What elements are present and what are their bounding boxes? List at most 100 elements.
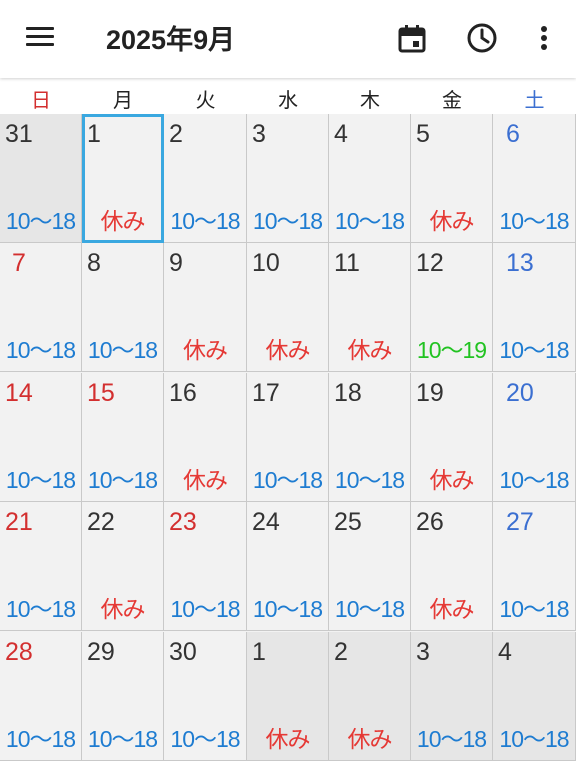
day-number: 9	[169, 249, 183, 277]
day-number: 4	[498, 638, 512, 666]
day-number: 22	[87, 508, 115, 536]
day-cell[interactable]: 3 10〜18	[411, 632, 493, 761]
day-cell[interactable]: 26 休み	[411, 502, 493, 631]
day-cell[interactable]: 21 10〜18	[0, 502, 82, 631]
day-cell[interactable]: 1 休み	[247, 632, 329, 761]
day-cell[interactable]: 14 10〜18	[0, 373, 82, 502]
day-number: 18	[334, 379, 362, 407]
day-cell[interactable]: 4 10〜18	[493, 632, 576, 761]
more-vert-icon[interactable]	[532, 22, 564, 54]
day-number: 10	[252, 249, 280, 277]
work-hours-label: 10〜18	[87, 467, 158, 493]
day-cell[interactable]: 6 10〜18	[493, 114, 576, 243]
work-hours-label: 10〜18	[5, 208, 76, 234]
day-number: 7	[12, 249, 26, 277]
work-hours-label: 10〜18	[499, 596, 569, 622]
day-number: 5	[416, 120, 430, 148]
day-cell[interactable]: 19 休み	[411, 373, 493, 502]
weekday-label: 日	[31, 88, 51, 112]
day-number: 21	[5, 508, 33, 536]
day-number: 17	[252, 379, 280, 407]
work-hours-label: 10〜18	[334, 208, 405, 234]
day-number: 1	[252, 638, 266, 666]
work-hours-label: 10〜18	[499, 337, 569, 363]
app-bar: 2025年9月	[0, 0, 576, 78]
day-cell[interactable]: 31 10〜18	[0, 114, 82, 243]
day-off-label: 休み	[347, 726, 393, 752]
weekday-label: 土	[524, 88, 545, 112]
day-number: 19	[416, 379, 444, 407]
work-hours-label: 10〜18	[252, 596, 323, 622]
day-number: 2	[169, 120, 183, 148]
day-off-label: 休み	[265, 337, 311, 363]
day-cell[interactable]: 29 10〜18	[82, 632, 164, 761]
day-cell[interactable]: 25 10〜18	[329, 502, 411, 631]
day-number: 26	[416, 508, 444, 536]
day-off-label: 休み	[347, 337, 393, 363]
day-cell-selected[interactable]: 1 休み	[82, 114, 164, 243]
day-number: 13	[506, 249, 534, 277]
day-number: 15	[87, 379, 115, 407]
day-cell[interactable]: 11 休み	[329, 243, 411, 372]
weekday-label: 火	[195, 88, 216, 112]
work-hours-label: 10〜18	[5, 337, 76, 363]
work-hours-label: 10〜18	[499, 208, 569, 234]
work-hours-label: 10〜18	[87, 337, 158, 363]
day-cell[interactable]: 4 10〜18	[329, 114, 411, 243]
work-hours-label: 10〜18	[499, 467, 569, 493]
month-title[interactable]: 2025年9月	[106, 18, 235, 57]
day-off-label: 休み	[265, 726, 311, 752]
work-hours-label: 10〜18	[499, 726, 569, 752]
clock-icon[interactable]	[466, 22, 498, 54]
day-number: 1	[87, 120, 101, 148]
day-cell[interactable]: 3 10〜18	[247, 114, 329, 243]
day-number: 14	[5, 379, 33, 407]
day-cell[interactable]: 2 10〜18	[164, 114, 247, 243]
day-cell[interactable]: 22 休み	[82, 502, 164, 631]
day-number: 28	[5, 638, 33, 666]
day-cell[interactable]: 27 10〜18	[493, 502, 576, 631]
day-cell[interactable]: 23 10〜18	[164, 502, 247, 631]
weekday-label: 水	[278, 88, 298, 112]
day-number: 29	[87, 638, 115, 666]
day-cell[interactable]: 2 休み	[329, 632, 411, 761]
weekday-label: 月	[113, 88, 133, 112]
work-hours-label: 10〜18	[170, 726, 240, 752]
work-hours-label: 10〜18	[5, 726, 76, 752]
day-number: 6	[506, 120, 520, 148]
day-cell[interactable]: 8 10〜18	[82, 243, 164, 372]
day-cell[interactable]: 15 10〜18	[82, 373, 164, 502]
work-hours-label: 10〜18	[5, 596, 76, 622]
calendar-icon[interactable]	[396, 22, 428, 54]
day-cell[interactable]: 9 休み	[164, 243, 247, 372]
work-hours-label: 10〜18	[5, 467, 76, 493]
day-cell[interactable]: 12 10〜19	[411, 243, 493, 372]
day-number: 31	[5, 120, 33, 148]
work-hours-label: 10〜18	[334, 467, 405, 493]
day-number: 12	[416, 249, 444, 277]
day-cell[interactable]: 5 休み	[411, 114, 493, 243]
hamburger-menu-icon[interactable]	[26, 27, 54, 47]
day-cell[interactable]: 10 休み	[247, 243, 329, 372]
work-hours-label: 10〜18	[334, 596, 405, 622]
day-cell[interactable]: 17 10〜18	[247, 373, 329, 502]
day-off-label: 休み	[429, 467, 475, 493]
day-cell[interactable]: 28 10〜18	[0, 632, 82, 761]
day-cell[interactable]: 7 10〜18	[0, 243, 82, 372]
day-number: 27	[506, 508, 534, 536]
work-hours-label: 10〜18	[87, 726, 158, 752]
work-hours-label: 10〜19	[416, 337, 487, 363]
calendar-grid: 31 10〜18 1 休み 2 10〜18 3 10〜18 4 10〜18 5 休み 6 10〜18 7 10…	[0, 114, 576, 761]
day-cell[interactable]: 30 10〜18	[164, 632, 247, 761]
day-number: 30	[169, 638, 197, 666]
day-cell[interactable]: 13 10〜18	[493, 243, 576, 372]
day-cell[interactable]: 24 10〜18	[247, 502, 329, 631]
day-off-label: 休み	[429, 596, 475, 622]
day-cell[interactable]: 16 休み	[164, 373, 247, 502]
day-number: 25	[334, 508, 362, 536]
day-off-label: 休み	[429, 208, 475, 234]
day-number: 24	[252, 508, 280, 536]
day-cell[interactable]: 20 10〜18	[493, 373, 576, 502]
day-cell[interactable]: 18 10〜18	[329, 373, 411, 502]
day-number: 2	[334, 638, 348, 666]
